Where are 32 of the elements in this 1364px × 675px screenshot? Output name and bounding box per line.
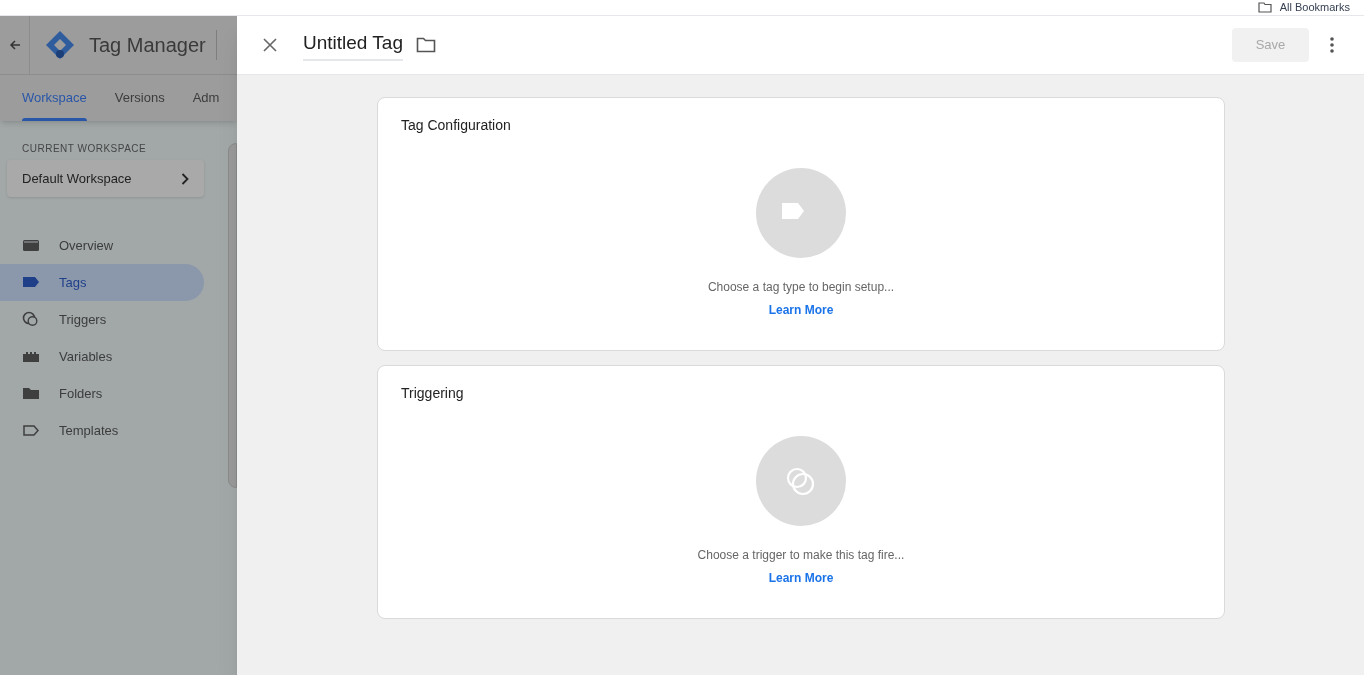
folder-icon[interactable] bbox=[416, 37, 436, 53]
nav-tab[interactable]: Workspace bbox=[22, 75, 87, 121]
back-arrow-icon bbox=[8, 39, 21, 51]
briefcase-icon bbox=[22, 237, 40, 254]
sidebar-item[interactable]: Templates bbox=[0, 412, 204, 449]
prompt-text: Choose a tag type to begin setup... bbox=[707, 279, 895, 296]
chevron-right-icon bbox=[181, 172, 189, 185]
close-icon bbox=[263, 38, 277, 52]
sidebar-item[interactable]: Tags bbox=[0, 264, 204, 301]
folder-icon bbox=[1257, 2, 1272, 13]
sidebar-item[interactable]: Variables bbox=[0, 338, 204, 375]
card-title: Tag Configuration bbox=[401, 116, 511, 135]
nav-tab[interactable]: Versions bbox=[114, 75, 165, 121]
sidebar-item[interactable]: Overview bbox=[0, 227, 204, 264]
logo-icon bbox=[45, 30, 75, 60]
learn-more-link[interactable]: Learn More bbox=[768, 569, 834, 587]
bookmarks-label[interactable]: All Bookmarks bbox=[1279, 2, 1350, 13]
more-options-icon[interactable] bbox=[1330, 37, 1334, 53]
workspace-selector[interactable]: Default Workspace bbox=[7, 160, 204, 197]
app-title: Tag Manager bbox=[89, 33, 206, 58]
sidebar-item[interactable]: Triggers bbox=[0, 301, 204, 338]
tag-name-field[interactable]: Untitled Tag bbox=[303, 28, 403, 62]
folder-icon bbox=[22, 385, 40, 402]
tag-outline-icon bbox=[22, 422, 40, 439]
nav-tab[interactable]: Adm bbox=[192, 75, 220, 121]
circles-icon bbox=[22, 311, 40, 328]
workspace-caption: CURRENT WORKSPACE bbox=[22, 142, 148, 156]
card-title: Triggering bbox=[401, 384, 464, 403]
learn-more-link[interactable]: Learn More bbox=[768, 301, 834, 319]
prompt-text: Choose a trigger to make this tag fire... bbox=[697, 547, 905, 564]
sidebar-item[interactable]: Folders bbox=[0, 375, 204, 412]
close-button[interactable] bbox=[261, 36, 279, 54]
